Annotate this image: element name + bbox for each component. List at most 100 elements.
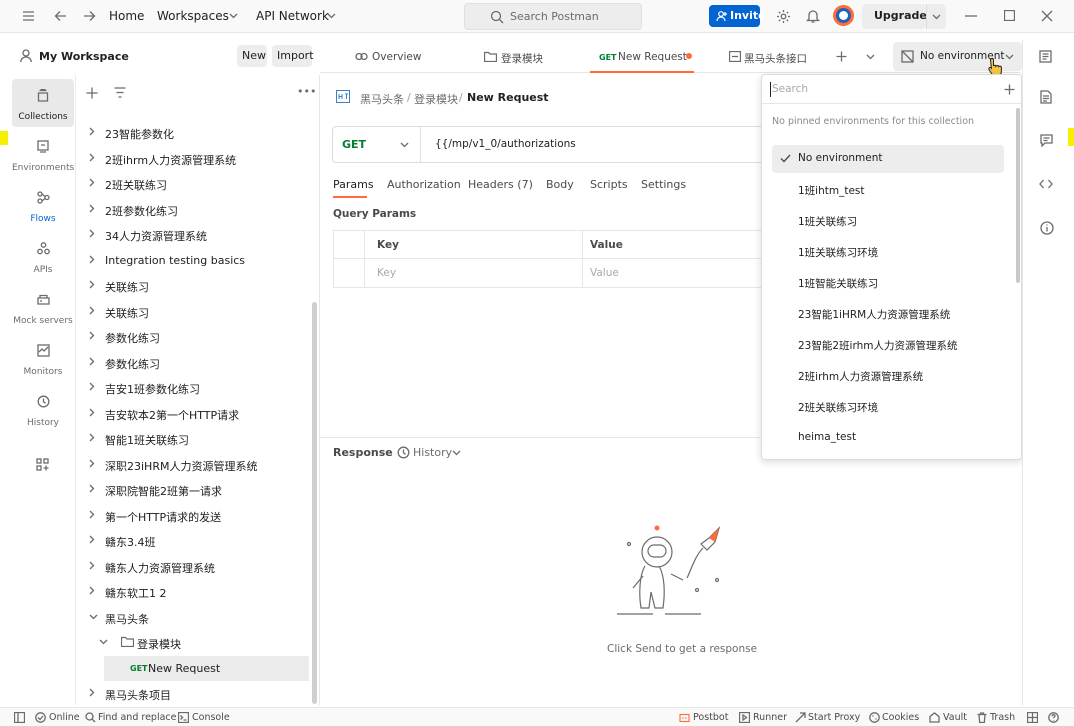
folder-item[interactable]: 登录模块	[77, 630, 313, 655]
runner-button[interactable]: Runner	[753, 712, 787, 723]
collection-item[interactable]: 吉安1班参数化练习	[77, 375, 313, 400]
collection-item[interactable]: 2班关联练习	[77, 171, 313, 196]
sidebar-item-monitors[interactable]: Monitors	[12, 334, 74, 382]
collection-item[interactable]: 赣东人力资源管理系统	[77, 554, 313, 579]
workspace-name[interactable]: My Workspace	[39, 50, 129, 63]
collection-item[interactable]: 2班参数化练习	[77, 197, 313, 222]
forward-arrow-icon[interactable]	[83, 10, 96, 22]
upgrade-menu-button[interactable]	[926, 4, 946, 29]
menu-icon[interactable]	[22, 10, 35, 22]
plus-icon[interactable]	[86, 87, 98, 99]
collection-item[interactable]: 关联练习	[77, 273, 313, 298]
layout-icon[interactable]	[1027, 712, 1038, 723]
code-icon[interactable]	[1039, 178, 1053, 190]
cookies-button[interactable]: Cookies	[882, 712, 919, 723]
tab-login-module[interactable]: 登录模块	[484, 40, 584, 73]
toggle-sidebar-icon[interactable]	[14, 712, 25, 723]
global-search-input[interactable]: Search Postman	[464, 3, 642, 30]
trash-button[interactable]: Trash	[990, 712, 1015, 723]
environment-search-input[interactable]: Search	[772, 83, 808, 95]
collection-item[interactable]: 黑马头条项目	[77, 681, 313, 705]
minimize-icon[interactable]	[965, 15, 977, 17]
vault-button[interactable]: Vault	[943, 712, 967, 723]
collection-item[interactable]: 吉安软本2第一个HTTP请求	[77, 401, 313, 426]
method-select[interactable]: GET	[333, 127, 421, 162]
environment-option[interactable]: 2班关联练习环境	[772, 393, 1004, 421]
collection-item[interactable]: 第一个HTTP请求的发送	[77, 503, 313, 528]
collection-item[interactable]: 关联练习	[77, 299, 313, 324]
new-tab-icon[interactable]	[836, 51, 847, 62]
param-key-input[interactable]: Key	[377, 267, 396, 279]
param-value-input[interactable]: Value	[590, 267, 619, 279]
tab-heima-api[interactable]: 黑马头条接口	[729, 40, 829, 73]
environment-selector[interactable]: No environment	[893, 42, 1022, 77]
add-environment-icon[interactable]	[1004, 84, 1015, 95]
workspaces-menu[interactable]: Workspaces	[157, 9, 229, 23]
pane-divider[interactable]	[320, 437, 760, 438]
tab-headers[interactable]: Headers (7)	[468, 178, 533, 191]
url-input[interactable]: {{/mp/v1_0/authorizations	[435, 138, 576, 150]
collection-item[interactable]: 23智能参数化	[77, 120, 313, 145]
api-network-menu[interactable]: API Network	[256, 9, 329, 23]
import-button[interactable]: Import	[272, 45, 314, 67]
tab-scripts[interactable]: Scripts	[590, 178, 628, 191]
tree-scrollbar[interactable]	[312, 302, 317, 704]
tab-settings[interactable]: Settings	[641, 178, 686, 191]
collection-item[interactable]: 参数化练习	[77, 324, 313, 349]
sidebar-item-collections[interactable]: Collections	[12, 79, 74, 127]
collection-item[interactable]: 赣东软工1 2	[77, 579, 313, 604]
environment-option[interactable]: No environment	[772, 145, 1004, 173]
new-button[interactable]: New	[237, 45, 267, 67]
online-status[interactable]: Online	[49, 712, 80, 723]
sidebar-item-flows[interactable]: Flows	[12, 181, 74, 229]
sidebar-item-environments[interactable]: Environments	[12, 130, 74, 178]
collection-item[interactable]: 赣东3.4班	[77, 528, 313, 553]
help-icon[interactable]	[1048, 712, 1059, 723]
collection-item[interactable]: Integration testing basics	[77, 248, 313, 273]
breadcrumb-collection[interactable]: 黑马头条	[360, 91, 404, 107]
collection-item[interactable]: 34人力资源管理系统	[77, 222, 313, 247]
breadcrumb-folder[interactable]: 登录模块	[414, 91, 458, 107]
console-button[interactable]: Console	[192, 712, 230, 723]
environment-option[interactable]: 1班ihtm_test	[772, 176, 1004, 204]
sidebar-item-apis[interactable]: APIs	[12, 232, 74, 280]
dropdown-scrollbar[interactable]	[1016, 108, 1020, 283]
upgrade-button[interactable]: Upgrade	[862, 4, 927, 29]
tab-new-request[interactable]: GET New Request	[590, 40, 694, 73]
postbot-button[interactable]: Postbot	[693, 712, 728, 723]
maximize-icon[interactable]	[1004, 10, 1015, 21]
collection-item[interactable]: 参数化练习	[77, 350, 313, 375]
find-replace-button[interactable]: Find and replace	[98, 712, 176, 723]
tabs-dropdown-icon[interactable]	[866, 54, 875, 60]
bell-icon[interactable]	[806, 8, 820, 24]
environment-option[interactable]: 1班关联练习环境	[772, 238, 1004, 266]
invite-button[interactable]: Invite	[709, 5, 766, 27]
sidebar-item-mock-servers[interactable]: Mock servers	[12, 283, 74, 331]
environment-option[interactable]: 23智能2班irhm人力资源管理系统	[772, 331, 1004, 359]
close-icon[interactable]	[1041, 10, 1053, 22]
collection-item[interactable]: 深职院智能2班第一请求	[77, 477, 313, 502]
documentation-icon[interactable]	[1040, 90, 1052, 104]
gear-icon[interactable]	[776, 9, 791, 24]
configure-sidebar-icon[interactable]	[36, 458, 49, 471]
start-proxy-button[interactable]: Start Proxy	[808, 712, 860, 723]
sidebar-item-history[interactable]: History	[12, 385, 74, 433]
environment-option[interactable]: 1班智能关联练习	[772, 269, 1004, 297]
filter-icon[interactable]	[114, 87, 126, 98]
info-icon[interactable]	[1040, 221, 1054, 235]
breadcrumb-request-name[interactable]: New Request	[467, 91, 549, 104]
environment-option[interactable]: 1班关联练习	[772, 207, 1004, 235]
avatar[interactable]	[833, 5, 854, 26]
collection-item[interactable]: 深职23iHRM人力资源管理系统	[77, 452, 313, 477]
workspace-info-icon[interactable]	[1039, 50, 1052, 63]
more-options-icon[interactable]: •••	[297, 85, 316, 98]
collection-item[interactable]: 2班ihrm人力资源管理系统	[77, 146, 313, 171]
environment-option[interactable]: 2班irhm人力资源管理系统	[772, 362, 1004, 390]
tab-authorization[interactable]: Authorization	[387, 178, 461, 191]
tab-body[interactable]: Body	[546, 178, 574, 191]
environment-option[interactable]: heima_test	[772, 424, 1004, 452]
tab-params[interactable]: Params	[333, 178, 374, 191]
tab-overview[interactable]: Overview	[355, 40, 465, 73]
collection-item[interactable]: 黑马头条	[77, 605, 313, 630]
home-link[interactable]: Home	[109, 9, 144, 23]
